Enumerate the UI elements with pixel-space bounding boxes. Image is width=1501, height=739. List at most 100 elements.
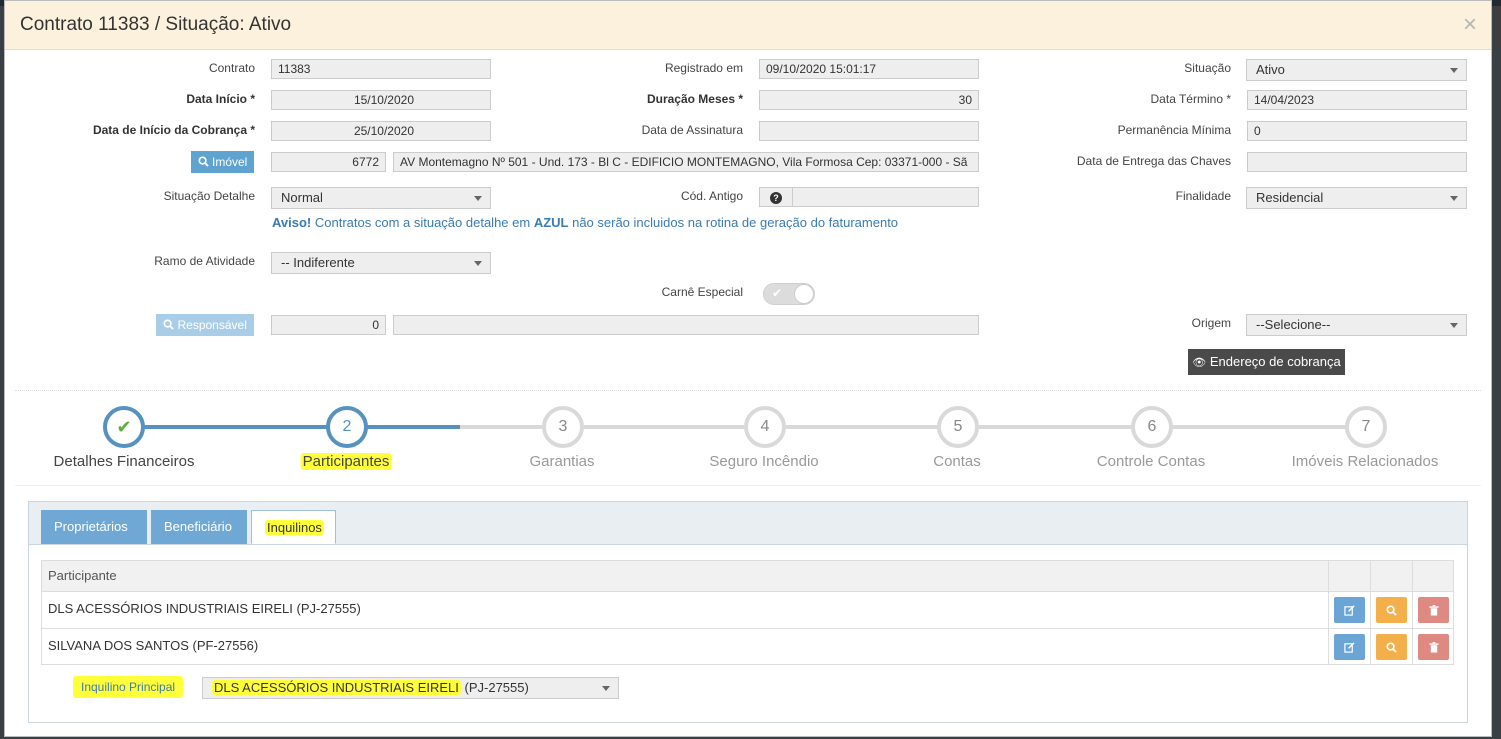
wizard-step-6[interactable]: 6 — [1131, 406, 1173, 448]
column-divider — [1370, 591, 1371, 628]
aviso-azul: AZUL — [533, 215, 569, 230]
column-divider — [1412, 591, 1413, 628]
aviso-prefix: Aviso! — [272, 215, 312, 230]
carne-especial-toggle[interactable]: ✔ — [763, 283, 815, 305]
label-registrado: Registrado em — [664, 61, 743, 75]
close-icon[interactable]: × — [1463, 13, 1477, 37]
chevron-down-icon — [1450, 323, 1458, 328]
situacao-detalhe-select[interactable]: Normal — [271, 187, 491, 209]
finalidade-select[interactable]: Residencial — [1246, 187, 1467, 209]
tab-beneficiario[interactable]: Beneficiário — [151, 510, 247, 544]
wizard-step-4[interactable]: 4 — [744, 406, 786, 448]
wizard-label-seguro[interactable]: Seguro Incêndio — [709, 453, 818, 470]
table-row: DLS ACESSÓRIOS INDUSTRIAIS EIRELI (PJ-27… — [42, 591, 1453, 629]
cod-antigo-help[interactable]: ? — [759, 187, 793, 207]
label-ramo: Ramo de Atividade — [154, 254, 255, 268]
wizard-step-1[interactable]: ✔ — [103, 406, 145, 448]
wizard-step-3[interactable]: 3 — [542, 406, 584, 448]
contract-modal: Contrato 11383 / Situação: Ativo × Contr… — [4, 0, 1492, 737]
column-divider — [1328, 591, 1329, 628]
inquilino-principal-value: DLS ACESSÓRIOS INDUSTRIAIS EIRELI — [212, 680, 461, 695]
entrega-chaves-field[interactable] — [1247, 152, 1467, 172]
imovel-code-field[interactable]: 6772 — [271, 152, 386, 172]
trash-icon — [1428, 604, 1439, 616]
situacao-select[interactable]: Ativo — [1246, 59, 1467, 81]
duracao-field[interactable]: 30 — [759, 90, 979, 110]
wizard-label-participantes[interactable]: Participantes — [300, 453, 392, 470]
origem-select[interactable]: --Selecione-- — [1246, 314, 1467, 336]
label-entrega-chaves: Data de Entrega das Chaves — [1076, 154, 1231, 168]
label-finalidade: Finalidade — [1175, 189, 1231, 203]
participant-name: SILVANA DOS SANTOS (PF-27556) — [48, 638, 259, 653]
edit-button[interactable] — [1334, 597, 1365, 623]
label-carne: Carnê Especial — [661, 285, 743, 299]
endereco-cobranca-label: Endereço de cobrança — [1209, 354, 1341, 369]
view-button[interactable] — [1376, 634, 1407, 660]
tab-bar: Proprietários Beneficiário Inquilinos — [29, 502, 1467, 545]
table-header: Participante — [42, 561, 1453, 592]
wizard-label-controle[interactable]: Controle Contas — [1097, 453, 1205, 470]
edit-button[interactable] — [1334, 634, 1365, 660]
wizard-label-detalhes[interactable]: Detalhes Financeiros — [54, 453, 195, 470]
delete-button[interactable] — [1418, 634, 1449, 660]
participants-table: Participante DLS ACESSÓRIOS INDUSTRIAIS … — [41, 560, 1454, 665]
column-divider — [1412, 628, 1413, 665]
aviso-text2: não serão incluidos na rotina de geração… — [568, 215, 899, 230]
responsavel-button-label: Responsável — [177, 318, 247, 332]
aviso-message: Aviso! Contratos com a situação detalhe … — [272, 215, 898, 230]
origem-value: --Selecione-- — [1256, 317, 1331, 332]
tab-proprietarios[interactable]: Proprietários — [41, 510, 147, 544]
situacao-detalhe-value: Normal — [281, 190, 323, 205]
tab-inquilinos-label: Inquilinos — [265, 520, 324, 535]
wizard-progress-done — [142, 425, 460, 429]
wizard-label-imoveis[interactable]: Imóveis Relacionados — [1292, 453, 1439, 470]
wizard-label-contas[interactable]: Contas — [933, 453, 981, 470]
label-data-termino: Data Término * — [1150, 92, 1231, 106]
chevron-down-icon — [474, 196, 482, 201]
contrato-field: 11383 — [271, 59, 491, 79]
responsavel-button[interactable]: Responsável — [156, 314, 254, 336]
imovel-address-field: AV Montemagno Nº 501 - Und. 173 - Bl C -… — [393, 152, 979, 172]
label-permanencia: Permanência Mínima — [1117, 123, 1231, 137]
help-icon: ? — [770, 192, 782, 204]
search-icon — [1386, 641, 1397, 653]
modal-title: Contrato 11383 / Situação: Ativo — [20, 14, 292, 35]
imovel-button[interactable]: Imóvel — [191, 151, 254, 173]
data-inicio-field[interactable]: 15/10/2020 — [271, 90, 491, 110]
participant-name: DLS ACESSÓRIOS INDUSTRIAIS EIRELI (PJ-27… — [48, 601, 361, 616]
column-divider — [1328, 628, 1329, 665]
ramo-select[interactable]: -- Indiferente — [271, 252, 491, 274]
search-icon — [198, 156, 209, 167]
permanencia-field[interactable]: 0 — [1247, 121, 1467, 141]
modal-header: Contrato 11383 / Situação: Ativo × — [5, 1, 1491, 50]
label-inquilino-principal: Inquilino Principal — [73, 676, 184, 698]
check-icon: ✔ — [116, 417, 132, 437]
eye-icon: 👁 — [1192, 357, 1207, 369]
inicio-cobranca-field[interactable]: 25/10/2020 — [271, 121, 491, 141]
wizard-step-2[interactable]: 2 — [326, 406, 368, 448]
delete-button[interactable] — [1418, 597, 1449, 623]
inquilino-principal-select[interactable]: DLS ACESSÓRIOS INDUSTRIAIS EIRELI (PJ-27… — [202, 677, 619, 699]
label-duracao: Duração Meses * — [646, 92, 743, 106]
wizard-label-participantes-text: Participantes — [300, 453, 392, 470]
finalidade-value: Residencial — [1256, 190, 1324, 205]
tab-inquilinos[interactable]: Inquilinos — [251, 510, 336, 544]
ramo-value: -- Indiferente — [281, 255, 355, 270]
wizard-label-garantias[interactable]: Garantias — [529, 453, 594, 470]
endereco-cobranca-button[interactable]: 👁 Endereço de cobrança — [1188, 349, 1345, 375]
column-divider — [1370, 628, 1371, 665]
data-assinatura-field[interactable] — [759, 121, 979, 141]
responsavel-code-field[interactable]: 0 — [271, 315, 386, 335]
view-button[interactable] — [1376, 597, 1407, 623]
data-termino-field[interactable]: 14/04/2023 — [1247, 90, 1467, 110]
column-divider — [1412, 561, 1413, 591]
registrado-field: 09/10/2020 15:01:17 — [759, 59, 979, 79]
chevron-down-icon — [1450, 196, 1458, 201]
situacao-value: Ativo — [1256, 62, 1285, 77]
wizard-step-5[interactable]: 5 — [937, 406, 979, 448]
edit-icon — [1344, 641, 1355, 653]
cod-antigo-field[interactable] — [792, 187, 979, 207]
aviso-text1: Contratos com a situação detalhe em — [311, 215, 534, 230]
step-number: 2 — [342, 418, 352, 435]
wizard-step-7[interactable]: 7 — [1345, 406, 1387, 448]
